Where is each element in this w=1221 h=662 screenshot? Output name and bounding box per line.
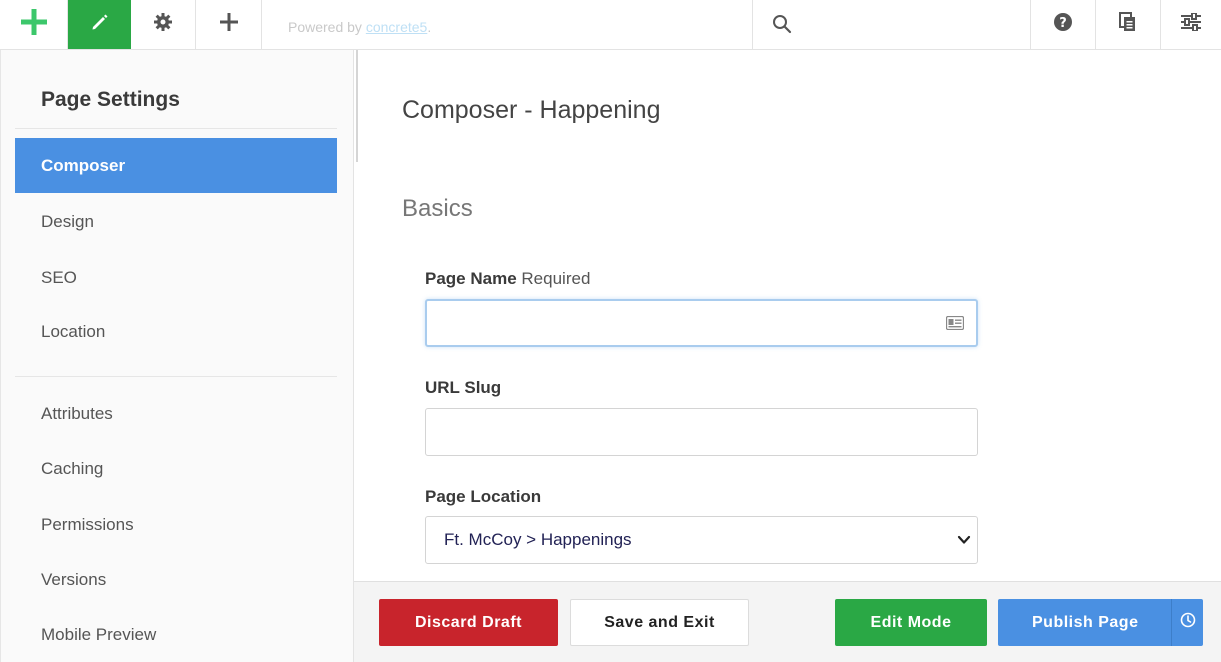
sidebar-item-versions[interactable]: Versions — [15, 552, 337, 607]
add-content-logo-button[interactable] — [0, 0, 68, 49]
add-block-button[interactable] — [196, 0, 262, 49]
section-heading: Basics — [402, 195, 473, 222]
powered-by-text: Powered by concrete5. — [288, 19, 432, 35]
gear-icon — [153, 12, 173, 37]
page-location-label: Page Location — [425, 487, 542, 506]
sidebar-item-design[interactable]: Design — [15, 194, 337, 249]
plus-icon — [219, 13, 238, 36]
concrete5-link[interactable]: concrete5 — [366, 19, 427, 35]
sidebar-item-seo[interactable]: SEO — [15, 250, 337, 305]
card-icon — [945, 315, 965, 335]
url-slug-field-wrapper — [425, 408, 978, 456]
page-location-select[interactable]: Ft. McCoy > Happenings — [425, 516, 978, 564]
composer-footer: Discard Draft Save and Exit Edit Mode Pu… — [354, 581, 1221, 662]
publish-page-label: Publish Page — [1032, 613, 1139, 631]
schedule-publish-button[interactable] — [1171, 599, 1203, 646]
pages-icon — [1119, 12, 1137, 37]
save-and-exit-button[interactable]: Save and Exit — [570, 599, 749, 646]
page-name-field-wrapper — [425, 299, 978, 347]
url-slug-label: URL Slug — [425, 378, 502, 397]
help-icon: ? — [1053, 12, 1073, 37]
edit-page-button[interactable] — [68, 0, 131, 49]
sidebar-item-composer[interactable]: Composer — [15, 138, 337, 193]
clock-icon — [1180, 612, 1196, 633]
page-title: Composer - Happening — [402, 96, 661, 124]
plus-logo-icon — [19, 7, 49, 42]
sidebar-item-mobile-preview[interactable]: Mobile Preview — [15, 607, 337, 662]
page-name-field[interactable] — [427, 301, 976, 345]
page-name-label: Page Name Required — [425, 269, 591, 288]
sliders-icon — [1181, 12, 1201, 36]
composer-panel: Composer - Happening Basics Page Name Re… — [354, 50, 1221, 581]
edit-mode-button[interactable]: Edit Mode — [835, 599, 987, 646]
search-box — [752, 0, 1031, 49]
dashboard-settings-button[interactable] — [1161, 0, 1221, 49]
svg-text:?: ? — [1059, 16, 1067, 31]
url-slug-field[interactable] — [426, 409, 977, 455]
discard-draft-button[interactable]: Discard Draft — [379, 599, 558, 646]
panel-divider — [356, 50, 358, 162]
required-indicator: Required — [521, 269, 591, 288]
sidebar-title: Page Settings — [41, 88, 180, 111]
search-input[interactable] — [799, 10, 1019, 38]
publish-page-button[interactable]: Publish Page — [998, 599, 1203, 646]
page-settings-button[interactable] — [131, 0, 196, 49]
chevron-down-icon — [957, 532, 971, 552]
sitemap-button[interactable] — [1096, 0, 1161, 49]
help-button[interactable]: ? — [1031, 0, 1096, 49]
sidebar-item-attributes[interactable]: Attributes — [15, 386, 337, 441]
sidebar-item-location[interactable]: Location — [15, 304, 337, 359]
page-location-value: Ft. McCoy > Happenings — [444, 530, 632, 549]
pencil-icon — [90, 12, 110, 37]
top-toolbar: Powered by concrete5. ? — [0, 0, 1221, 50]
sidebar-item-caching[interactable]: Caching — [15, 441, 337, 496]
divider — [15, 128, 337, 129]
page-settings-sidebar: Page Settings Composer Design SEO Locati… — [0, 50, 354, 662]
sidebar-item-permissions[interactable]: Permissions — [15, 497, 337, 552]
divider — [15, 376, 337, 377]
